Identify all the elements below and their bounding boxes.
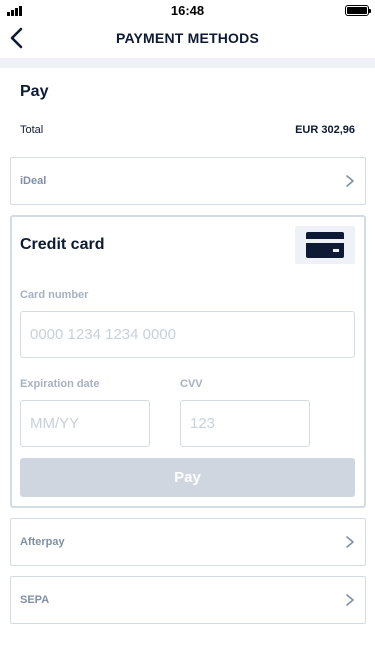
chevron-right-icon bbox=[346, 175, 354, 187]
chevron-right-icon bbox=[346, 594, 354, 606]
payment-method-label: iDeal bbox=[20, 175, 47, 187]
payment-method-label: SEPA bbox=[20, 594, 50, 606]
status-time: 16:48 bbox=[170, 3, 205, 18]
expiration-date-input[interactable] bbox=[20, 400, 150, 447]
pay-heading: Pay bbox=[20, 83, 49, 100]
status-bar: 16:48 bbox=[0, 0, 375, 22]
credit-card-icon bbox=[295, 226, 355, 264]
battery-icon bbox=[345, 5, 371, 16]
payment-method-sepa[interactable]: SEPA bbox=[10, 576, 366, 624]
total-value: EUR 302,96 bbox=[295, 124, 355, 136]
cvv-input[interactable] bbox=[180, 400, 310, 447]
pay-button[interactable]: Pay bbox=[20, 458, 355, 497]
credit-card-panel: Credit card Card number Expiration date … bbox=[10, 215, 366, 508]
total-label: Total bbox=[20, 124, 44, 136]
page-title: PAYMENT METHODS bbox=[115, 30, 259, 46]
card-number-label: Card number bbox=[20, 289, 89, 301]
cvv-label: CVV bbox=[180, 378, 203, 390]
card-number-input[interactable] bbox=[20, 311, 355, 358]
payment-method-ideal[interactable]: iDeal bbox=[10, 157, 366, 205]
payment-method-label: Afterpay bbox=[20, 536, 65, 548]
header: PAYMENT METHODS bbox=[0, 22, 375, 56]
expiration-date-label: Expiration date bbox=[20, 378, 100, 390]
payment-method-afterpay[interactable]: Afterpay bbox=[10, 518, 366, 566]
section-divider bbox=[0, 58, 375, 68]
credit-card-title: Credit card bbox=[20, 236, 105, 253]
chevron-right-icon bbox=[346, 536, 354, 548]
